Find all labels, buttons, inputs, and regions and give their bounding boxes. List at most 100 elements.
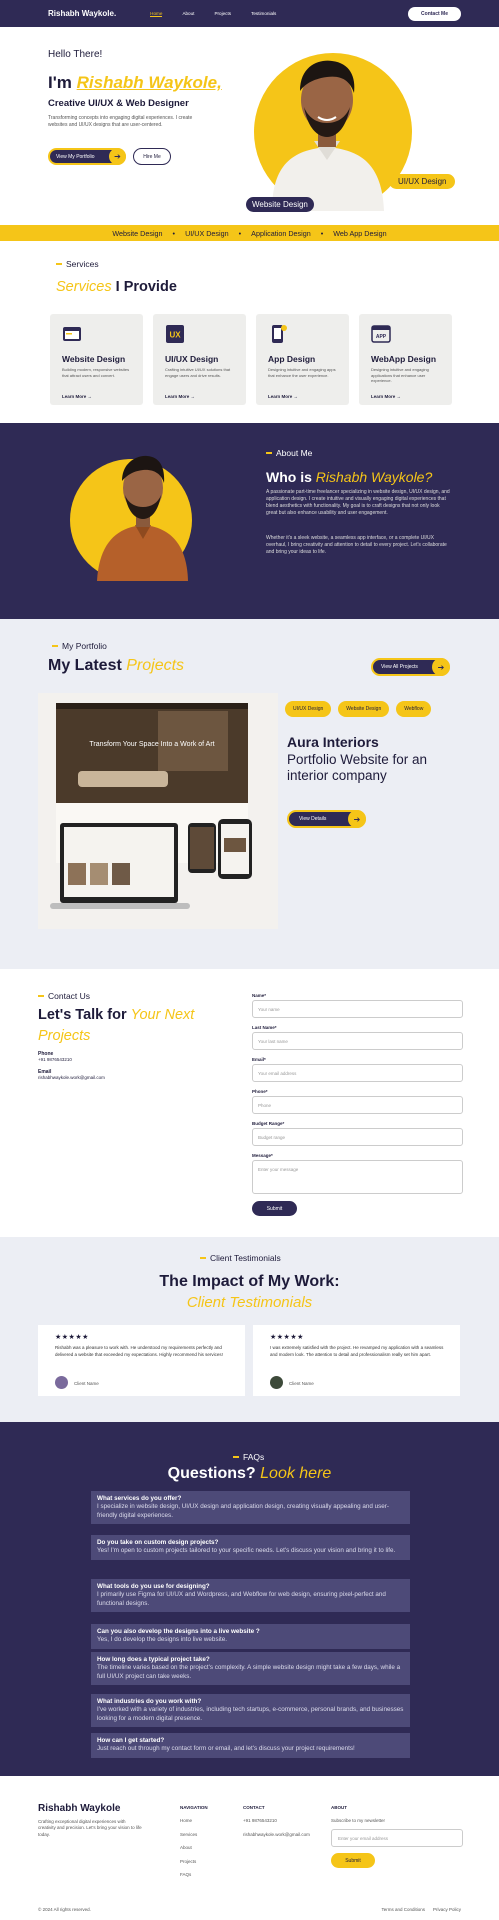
view-portfolio-button[interactable]: View My Portfolio ➔: [48, 148, 126, 165]
portfolio-label: My Portfolio: [52, 641, 107, 651]
arrow-right-icon: ➔: [348, 810, 366, 828]
footer-link[interactable]: About: [180, 1845, 208, 1850]
faq-item[interactable]: How long does a typical project take? Th…: [91, 1652, 410, 1686]
view-details-label: View Details: [299, 816, 327, 822]
contact-section: Contact Us Let's Talk for Your Next Proj…: [0, 969, 499, 1237]
footer-col-title: ABOUT: [331, 1805, 347, 1810]
faq-question: Do you take on custom design projects?: [97, 1539, 219, 1546]
mockup-heading: Transform Your Space Into a Work of Art: [89, 741, 214, 748]
newsletter-email-input[interactable]: Enter your email address: [331, 1829, 463, 1847]
learn-more-link[interactable]: Learn More →: [371, 394, 401, 399]
nav-link-projects[interactable]: Projects: [214, 11, 231, 17]
footer-email[interactable]: rishabhwaykole.work@gmail.com: [243, 1832, 310, 1837]
about-section: About Me Who is Rishabh Waykole? A passi…: [0, 423, 499, 619]
learn-more-link[interactable]: Learn More →: [165, 394, 195, 399]
browser-icon: [63, 327, 81, 341]
strip-item: UI/UX Design: [185, 228, 229, 238]
last-name-input[interactable]: Your last name: [252, 1032, 463, 1050]
field-label: Last Name*: [252, 1025, 277, 1030]
footer-link[interactable]: Home: [180, 1818, 208, 1823]
nav-link-about[interactable]: About: [182, 11, 194, 17]
services-title-b: I Provide: [115, 279, 177, 295]
testimonials-subtitle: Client Testimonials: [186, 1294, 313, 1311]
faq-title: Questions? Look here: [0, 1465, 499, 1483]
view-all-label: View All Projects: [381, 664, 418, 670]
field-label: Phone*: [252, 1089, 268, 1094]
email-info: Email rishabhwaykole.work@gmail.com: [38, 1069, 105, 1080]
footer-link[interactable]: Services: [180, 1832, 208, 1837]
terms-link[interactable]: Terms and Conditions: [381, 1907, 425, 1912]
nav-link-testimonials[interactable]: Testimonials: [251, 11, 276, 17]
service-card-title: UI/UX Design: [165, 354, 219, 364]
service-card-desc: Building modern, responsive websites tha…: [62, 367, 130, 378]
faq-item[interactable]: What industries do you work with? I've w…: [91, 1694, 410, 1728]
avatar: [55, 1376, 68, 1389]
faq-item[interactable]: What services do you offer? I specialize…: [91, 1491, 410, 1525]
privacy-link[interactable]: Privacy Policy: [433, 1907, 461, 1912]
footer-link[interactable]: FAQs: [180, 1872, 208, 1877]
hire-me-button[interactable]: Hire Me: [133, 148, 171, 165]
name-input[interactable]: Your name: [252, 1000, 463, 1018]
faq-answer: Yes! I'm open to custom projects tailore…: [97, 1547, 396, 1554]
service-card-uiux[interactable]: UX UI/UX Design Crafting intuitive UI/UX…: [153, 314, 246, 405]
phone-input[interactable]: Phone: [252, 1096, 463, 1114]
budget-select[interactable]: Budget range: [252, 1128, 463, 1146]
footer-link[interactable]: Projects: [180, 1859, 208, 1864]
faq-answer: The timeline varies based on the project…: [97, 1664, 401, 1680]
email-input[interactable]: Your email address: [252, 1064, 463, 1082]
services-title-a: Services: [56, 279, 112, 295]
project-tag: UI/UX Design: [285, 701, 332, 717]
service-card-website[interactable]: Website Design Building modern, responsi…: [50, 314, 143, 405]
project-title: Aura Interiors: [287, 734, 379, 750]
view-details-button[interactable]: View Details ➔: [287, 810, 366, 828]
faq-question: What industries do you work with?: [97, 1698, 202, 1705]
faq-item[interactable]: What tools do you use for designing? I p…: [91, 1579, 410, 1613]
service-card-desc: Designing intuitive and engaging apps th…: [268, 367, 336, 378]
field-label: Message*: [252, 1153, 273, 1158]
strip-dot: •: [320, 228, 324, 238]
project-preview-image[interactable]: Transform Your Space Into a Work of Art: [38, 693, 278, 929]
learn-more-link[interactable]: Learn More →: [268, 394, 298, 399]
mobile-app-icon: [272, 325, 287, 343]
legal-links: Terms and Conditions Privacy Policy: [381, 1907, 461, 1912]
view-all-projects-button[interactable]: View All Projects ➔: [371, 658, 450, 676]
service-card-title: WebApp Design: [371, 354, 437, 364]
faq-label: FAQs: [233, 1452, 264, 1462]
svg-text:UX: UX: [169, 331, 181, 340]
footer-description: Crafting exceptional digital experiences…: [38, 1819, 142, 1837]
nav-link-home[interactable]: Home: [150, 11, 163, 17]
newsletter-submit-button[interactable]: Submit: [331, 1853, 375, 1868]
submit-button[interactable]: Submit: [252, 1201, 297, 1216]
contact-form: Name* Your name Last Name* Your last nam…: [252, 993, 463, 1216]
faq-item[interactable]: How can I get started? Just reach out th…: [91, 1733, 410, 1758]
faq-answer: I primarily use Figma for UI/UX and Word…: [97, 1591, 386, 1607]
service-card-title: App Design: [268, 354, 316, 364]
contact-me-button[interactable]: Contact Me: [408, 6, 461, 21]
strip-item: Website Design: [112, 228, 163, 238]
field-label: Email*: [252, 1057, 266, 1062]
faq-item[interactable]: Can you also develop the designs into a …: [91, 1624, 410, 1649]
about-paragraph-2: Whether it's a sleek website, a seamless…: [266, 535, 447, 556]
field-label: Name*: [252, 993, 267, 998]
faq-item[interactable]: Do you take on custom design projects? Y…: [91, 1535, 410, 1560]
service-card-app[interactable]: App Design Designing intuitive and engag…: [256, 314, 349, 405]
service-card-desc: Designing intuitive and engaging applica…: [371, 367, 429, 384]
message-textarea[interactable]: Enter your message: [252, 1160, 463, 1194]
nav-brand[interactable]: Rishabh Waykole.: [48, 9, 116, 18]
hero-heading: I'm Rishabh Waykole,: [48, 73, 222, 93]
project-tags: UI/UX Design Website Design Webflow: [285, 701, 432, 717]
testimonial-card: ★★★★★ Rishabh was a pleasure to work wit…: [38, 1325, 245, 1396]
service-card-webapp[interactable]: APP WebApp Design Designing intuitive an…: [359, 314, 452, 405]
faq-question: What tools do you use for designing?: [97, 1583, 210, 1590]
testimonial-name: Client Name: [74, 1381, 99, 1386]
faq-question: How long does a typical project take?: [97, 1656, 210, 1663]
hero-section: Hello There! I'm Rishabh Waykole, Creati…: [0, 27, 499, 225]
about-paragraph-1: A passionate part-time freelancer specia…: [266, 489, 450, 517]
hero-greeting: Hello There!: [48, 49, 103, 60]
project-tag: Webflow: [396, 701, 432, 717]
faq-answer: I've worked with a variety of industries…: [97, 1706, 404, 1722]
footer-phone[interactable]: +91 9876543210: [243, 1818, 310, 1823]
footer-contact: CONTACT +91 9876543210 rishabhwaykole.wo…: [243, 1805, 310, 1845]
services-section: Services Services I Provide Website Desi…: [0, 241, 499, 423]
learn-more-link[interactable]: Learn More →: [62, 394, 92, 399]
